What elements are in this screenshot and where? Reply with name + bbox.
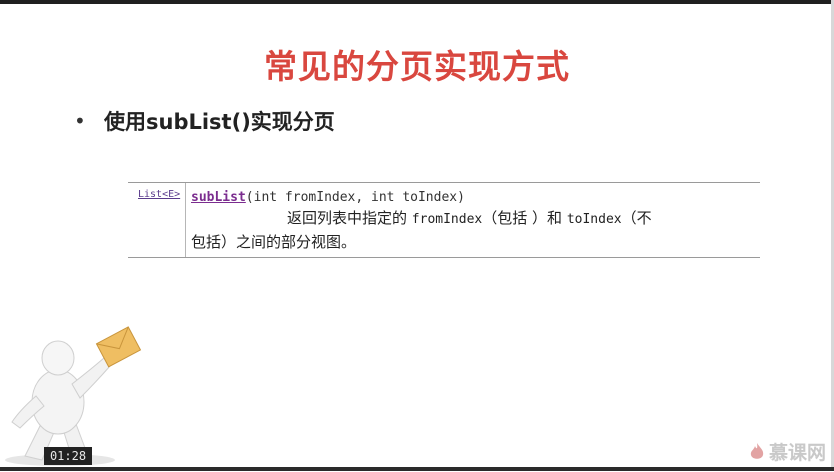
bullet-text: 使用subList()实现分页	[104, 110, 335, 134]
bottom-frame-bar	[0, 467, 834, 471]
api-doc-table: List<E> subList(int fromIndex, int toInd…	[128, 182, 760, 258]
desc-text-b: （包括 ）和	[482, 209, 563, 227]
method-name-link[interactable]: subList	[191, 190, 246, 205]
desc-text-a: 返回列表中指定的	[287, 209, 408, 227]
method-description-cell: subList(int fromIndex, int toIndex) 返回列表…	[191, 189, 757, 253]
slide-title: 常见的分页实现方式	[264, 47, 570, 86]
method-params: (int fromIndex, int toIndex)	[245, 190, 465, 205]
brand-logo: 慕课网	[749, 438, 826, 465]
video-timestamp: 01:28	[44, 447, 92, 465]
method-description-line2: 包括）之间的部分视图。	[191, 233, 357, 251]
brand-logo-text: 慕课网	[768, 442, 826, 464]
method-description-line1: 返回列表中指定的 fromIndex（包括 ）和 toIndex（不	[287, 207, 757, 231]
top-frame-bar	[0, 0, 834, 4]
return-type-link[interactable]: List<E>	[138, 189, 180, 200]
flame-icon	[750, 442, 764, 459]
desc-param-from: fromIndex	[411, 212, 483, 227]
person-with-envelope-icon	[5, 326, 142, 466]
method-signature: subList(int fromIndex, int toIndex)	[191, 189, 757, 207]
bullet-dot-icon: •	[74, 109, 86, 133]
bullet-item: • 使用subList()实现分页	[74, 104, 335, 138]
desc-param-to: toIndex	[566, 212, 622, 227]
desc-text-c: （不	[621, 209, 652, 227]
mail-figure-illustration	[0, 318, 150, 468]
return-type-cell: List<E>	[128, 183, 186, 257]
